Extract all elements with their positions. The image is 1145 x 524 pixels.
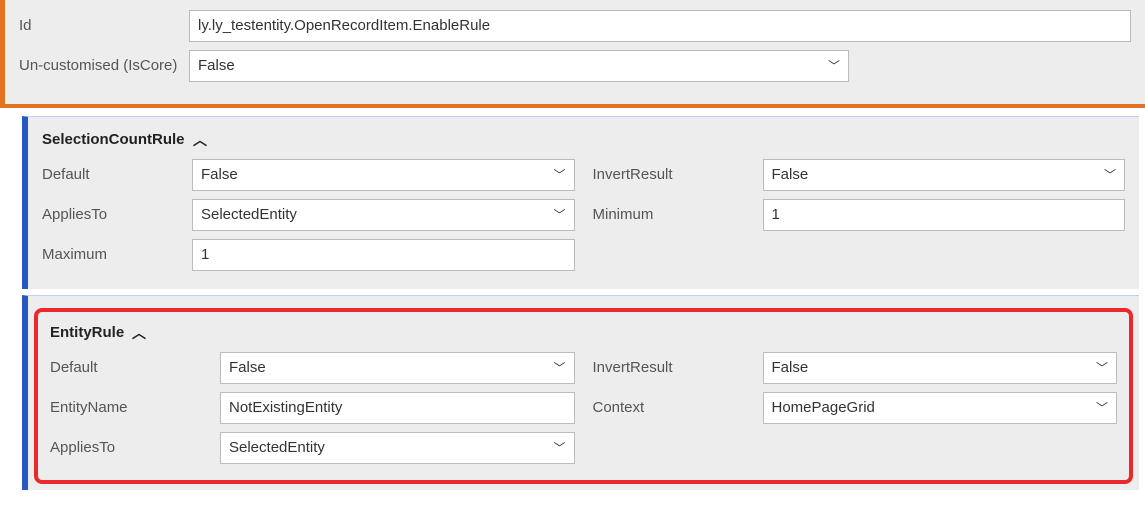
chevron-down-icon: ﹀ bbox=[828, 51, 840, 81]
scr-maximum-value: 1 bbox=[201, 240, 209, 270]
chevron-down-icon: ﹀ bbox=[1096, 353, 1108, 383]
chevron-up-icon: ﹀ bbox=[193, 129, 207, 149]
er-appliesto-value: SelectedEntity bbox=[229, 433, 325, 463]
entity-rule-header[interactable]: EntityRule ﹀ bbox=[50, 322, 1117, 342]
er-appliesto-select[interactable]: SelectedEntity ﹀ bbox=[220, 432, 575, 464]
er-entityname-label: EntityName bbox=[50, 398, 220, 418]
er-context-select[interactable]: HomePageGrid ﹀ bbox=[763, 392, 1118, 424]
scr-default-label: Default bbox=[42, 165, 192, 185]
er-default-value: False bbox=[229, 353, 266, 383]
scr-default-select[interactable]: False ﹀ bbox=[192, 159, 575, 191]
chevron-up-icon: ﹀ bbox=[132, 322, 146, 342]
scr-minimum-input[interactable]: 1 bbox=[763, 199, 1126, 231]
id-value: ly.ly_testentity.OpenRecordItem.EnableRu… bbox=[198, 11, 490, 41]
enable-rule-panel: Id ly.ly_testentity.OpenRecordItem.Enabl… bbox=[0, 0, 1145, 104]
scr-invert-select[interactable]: False ﹀ bbox=[763, 159, 1126, 191]
uncustomised-select[interactable]: False ﹀ bbox=[189, 50, 849, 82]
rules-container: SelectionCountRule ﹀ Default False ﹀ Inv… bbox=[0, 108, 1145, 490]
scr-default-value: False bbox=[201, 160, 238, 190]
uncustomised-label: Un-customised (IsCore) bbox=[19, 56, 189, 76]
er-invert-label: InvertResult bbox=[593, 358, 763, 378]
scr-minimum-value: 1 bbox=[772, 200, 780, 230]
er-default-select[interactable]: False ﹀ bbox=[220, 352, 575, 384]
entity-rule-highlight: EntityRule ﹀ Default False ﹀ InvertResul… bbox=[34, 308, 1133, 484]
er-appliesto-label: AppliesTo bbox=[50, 438, 220, 458]
scr-invert-value: False bbox=[772, 160, 809, 190]
er-invert-value: False bbox=[772, 353, 809, 383]
chevron-down-icon: ﹀ bbox=[553, 160, 565, 190]
scr-invert-label: InvertResult bbox=[593, 165, 763, 185]
scr-appliesto-value: SelectedEntity bbox=[201, 200, 297, 230]
scr-appliesto-label: AppliesTo bbox=[42, 205, 192, 225]
chevron-down-icon: ﹀ bbox=[1104, 160, 1116, 190]
uncustomised-value: False bbox=[198, 51, 235, 81]
scr-minimum-label: Minimum bbox=[593, 205, 763, 225]
scr-maximum-input[interactable]: 1 bbox=[192, 239, 575, 271]
er-entityname-input[interactable]: NotExistingEntity bbox=[220, 392, 575, 424]
selection-count-rule-panel: SelectionCountRule ﹀ Default False ﹀ Inv… bbox=[22, 116, 1139, 289]
er-invert-select[interactable]: False ﹀ bbox=[763, 352, 1118, 384]
chevron-down-icon: ﹀ bbox=[553, 433, 565, 463]
entity-rule-panel: EntityRule ﹀ Default False ﹀ InvertResul… bbox=[22, 295, 1139, 490]
er-entityname-value: NotExistingEntity bbox=[229, 393, 342, 423]
selection-count-rule-title: SelectionCountRule bbox=[42, 131, 185, 148]
id-input[interactable]: ly.ly_testentity.OpenRecordItem.EnableRu… bbox=[189, 10, 1131, 42]
scr-maximum-label: Maximum bbox=[42, 245, 192, 265]
selection-count-rule-header[interactable]: SelectionCountRule ﹀ bbox=[42, 129, 1125, 149]
scr-appliesto-select[interactable]: SelectedEntity ﹀ bbox=[192, 199, 575, 231]
chevron-down-icon: ﹀ bbox=[553, 200, 565, 230]
er-context-label: Context bbox=[593, 398, 763, 418]
er-default-label: Default bbox=[50, 358, 220, 378]
er-context-value: HomePageGrid bbox=[772, 393, 875, 423]
id-label: Id bbox=[19, 16, 189, 36]
entity-rule-title: EntityRule bbox=[50, 324, 124, 341]
chevron-down-icon: ﹀ bbox=[1096, 393, 1108, 423]
chevron-down-icon: ﹀ bbox=[553, 353, 565, 383]
